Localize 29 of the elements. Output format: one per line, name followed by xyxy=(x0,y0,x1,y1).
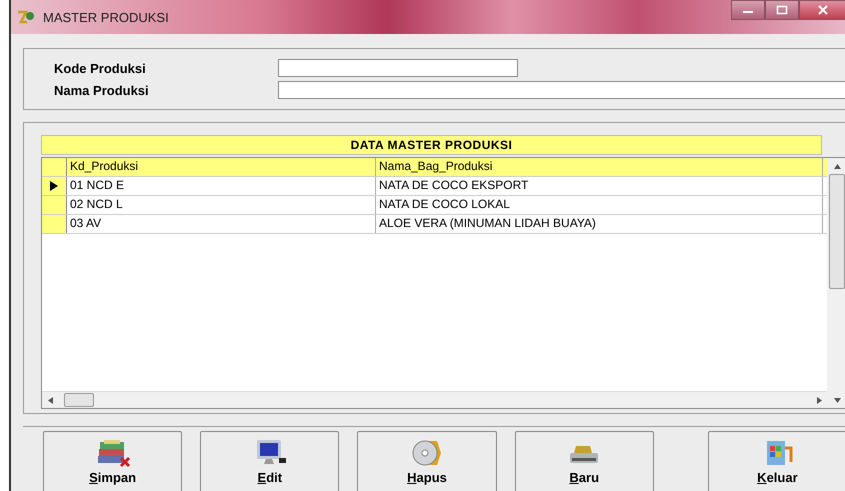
input-field[interactable] xyxy=(278,81,845,99)
table-cell: ALOE VERA (MINUMAN LIDAH BUAYA) xyxy=(376,215,823,233)
scroll-thumb[interactable] xyxy=(64,393,94,407)
grid-title: DATA MASTER PRODUKSI xyxy=(41,135,822,155)
table-cell: NATA DE COCO LOKAL xyxy=(376,196,823,214)
scroll-thumb[interactable] xyxy=(829,174,845,289)
field-label: Kode Produksi xyxy=(54,60,147,76)
current-row-icon xyxy=(50,181,58,191)
field-label: Nama Produksi xyxy=(54,82,150,98)
maximize-button[interactable] xyxy=(765,0,799,20)
app-icon xyxy=(17,9,35,25)
toolbar-button[interactable]: Baru xyxy=(514,431,654,491)
window-title: MASTER PRODUKSI xyxy=(43,10,169,24)
toolbar-button[interactable]: Edit xyxy=(200,431,340,491)
toolbar-button[interactable]: Keluar xyxy=(708,431,845,491)
input-field[interactable] xyxy=(278,59,518,77)
table-cell: 03 AV xyxy=(67,215,376,233)
close-icon xyxy=(817,5,829,15)
toolbar-button[interactable]: Hapus xyxy=(357,431,497,491)
horizontal-scrollbar[interactable] xyxy=(42,391,827,408)
row-indicator[interactable] xyxy=(42,177,67,195)
minimize-button[interactable] xyxy=(731,0,765,20)
close-button[interactable] xyxy=(799,0,845,20)
maximize-icon xyxy=(776,5,788,15)
table-cell: 01 NCD E xyxy=(67,177,376,195)
toolbar-button[interactable]: Simpan xyxy=(43,431,182,491)
table-cell: NATA DE COCO EKSPORT xyxy=(376,177,823,195)
table-cell: 02 NCD L xyxy=(67,196,376,214)
vertical-scrollbar[interactable] xyxy=(827,158,845,408)
